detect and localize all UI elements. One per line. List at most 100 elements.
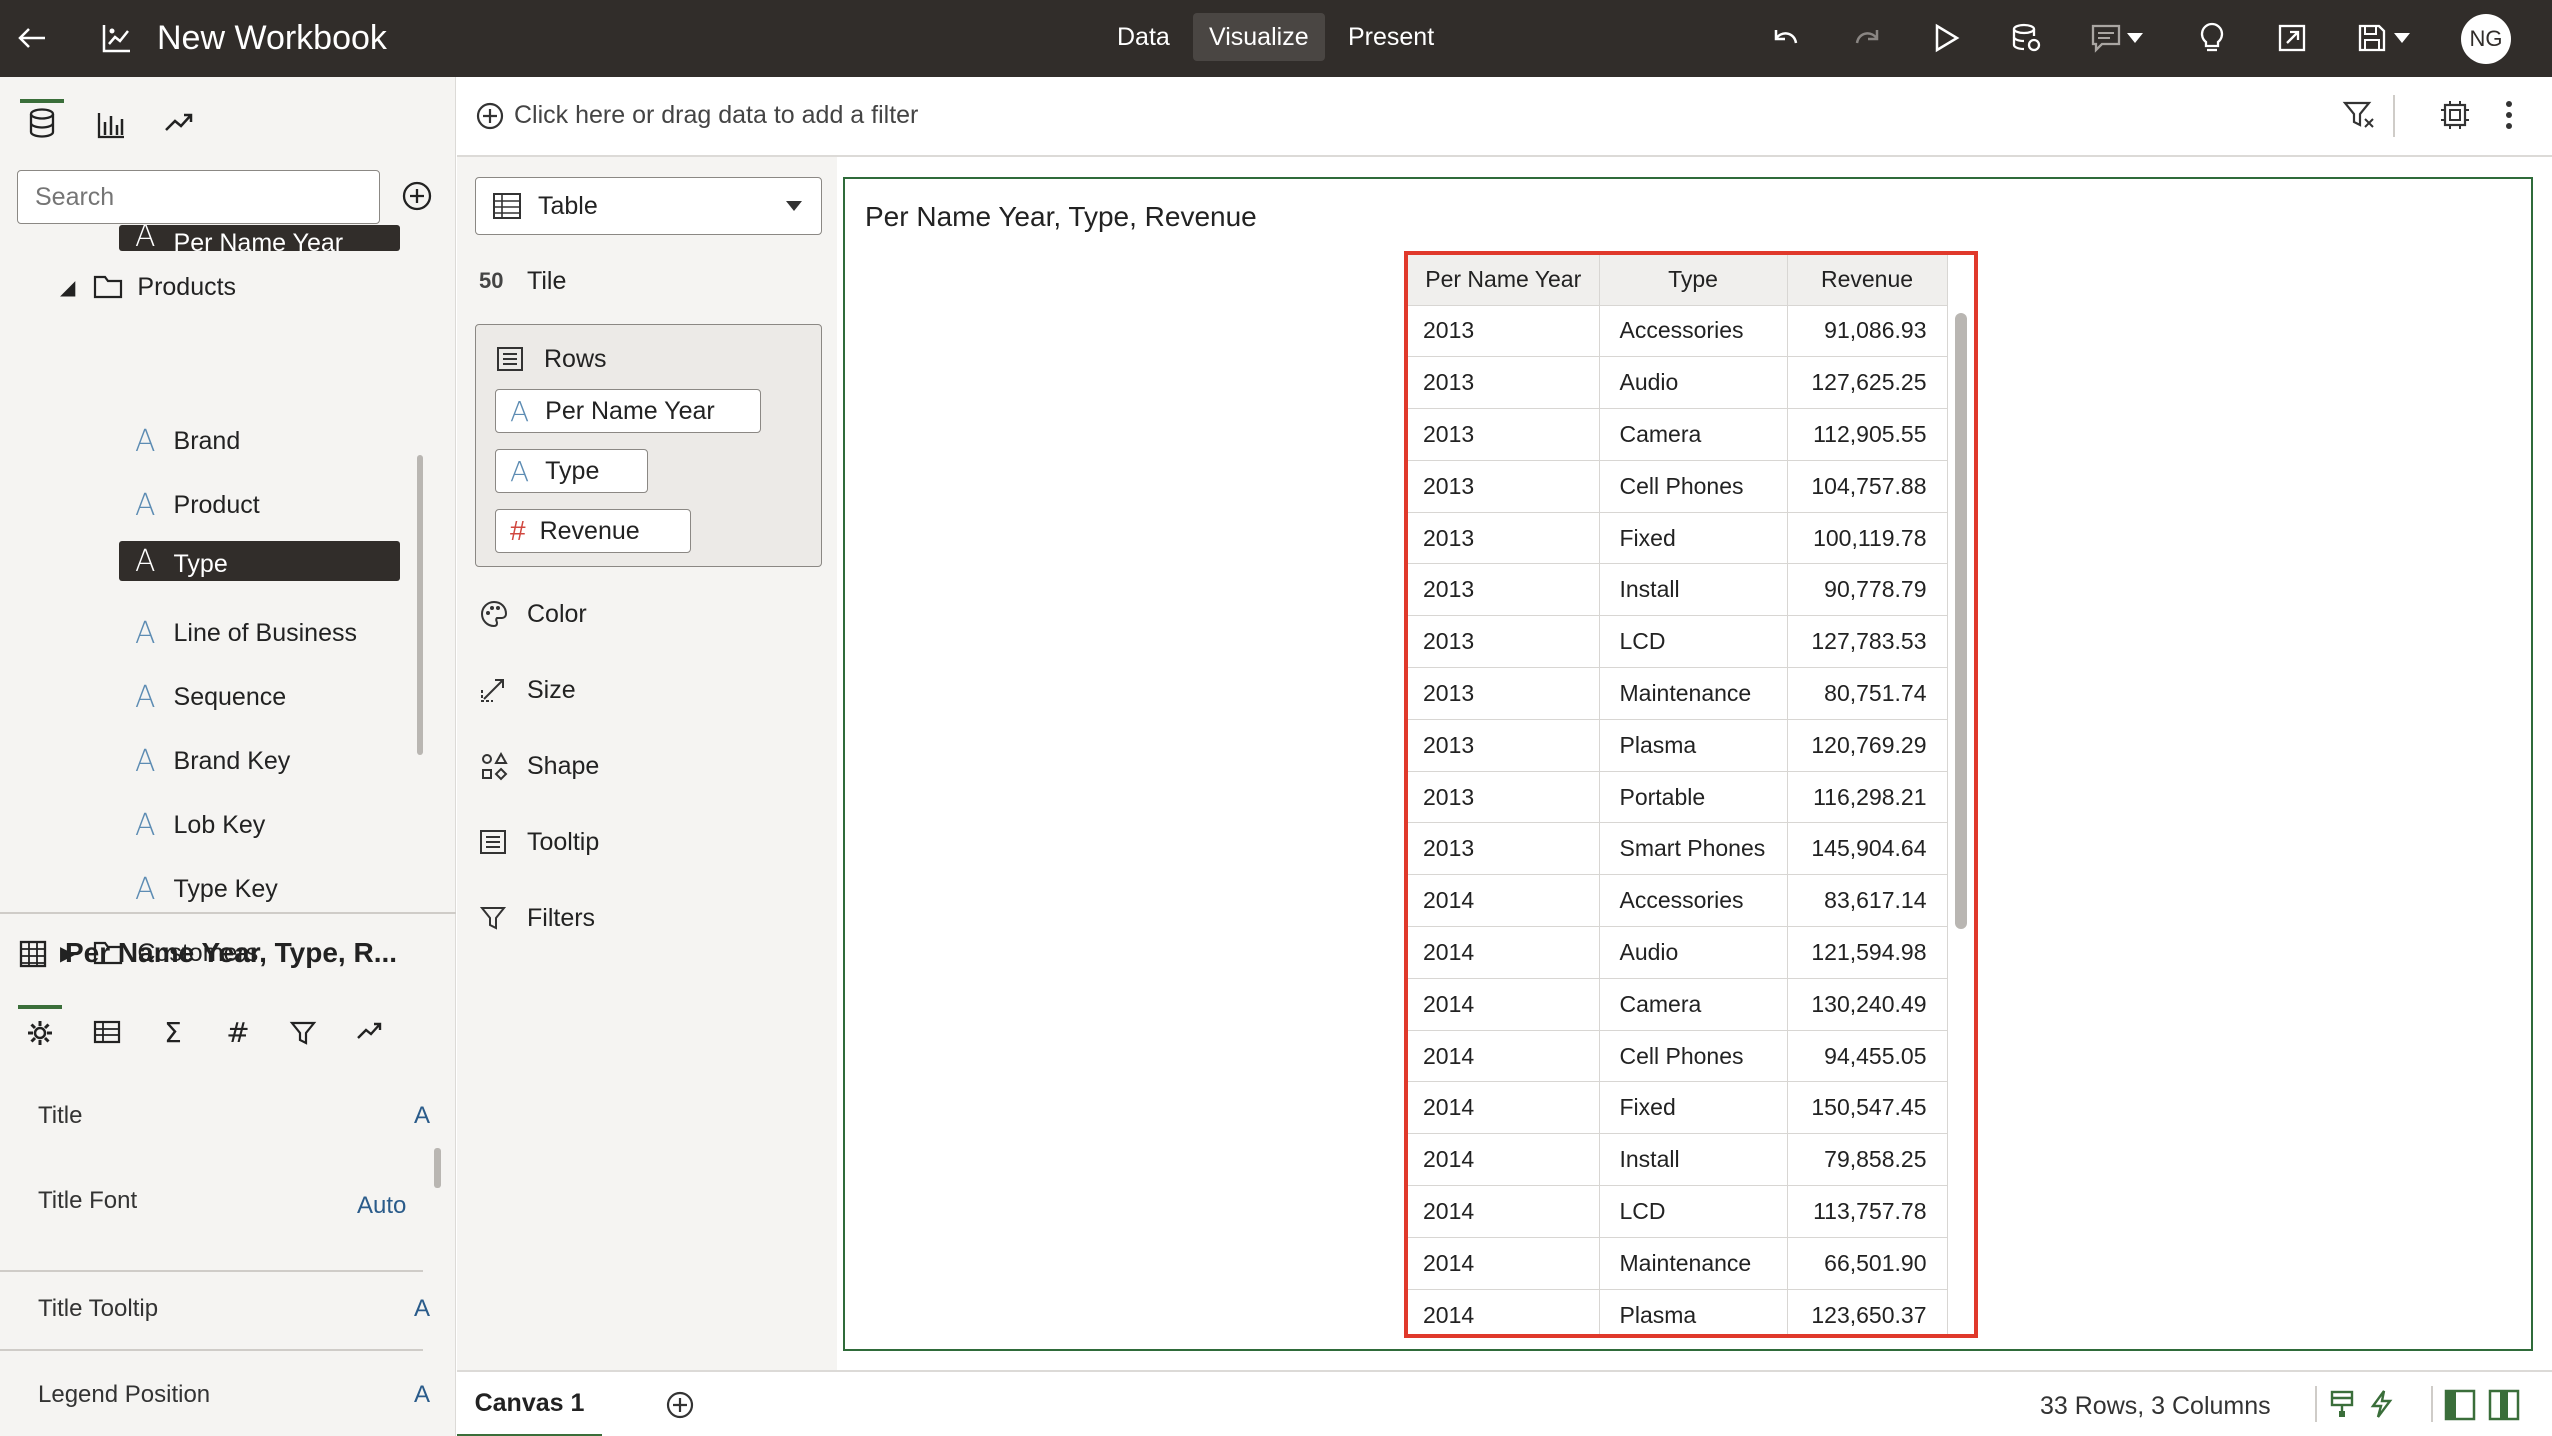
cell-type[interactable]: Fixed xyxy=(1599,1081,1788,1135)
auto-apply-lightning-icon[interactable] xyxy=(2368,1389,2396,1419)
cell-per-name-year[interactable]: 2014 xyxy=(1408,1185,1600,1238)
rows-drop-zone[interactable]: Rows A Per Name Year A Type # Revenue xyxy=(475,324,822,567)
viz-title[interactable]: Per Name Year, Type, Revenue xyxy=(865,201,1257,233)
cell-type[interactable]: Portable xyxy=(1599,771,1788,824)
cell-type[interactable]: Install xyxy=(1599,563,1788,617)
table-scrollbar[interactable] xyxy=(1955,313,1967,929)
table-row[interactable]: 2013 Smart Phones 145,904.64 xyxy=(1408,822,1948,876)
mode-tab-visualize[interactable]: Visualize xyxy=(1193,13,1325,61)
cell-revenue[interactable]: 79,858.25 xyxy=(1787,1133,1948,1187)
tab-analytics[interactable] xyxy=(157,102,201,156)
cell-per-name-year[interactable]: 2014 xyxy=(1408,1237,1600,1290)
cell-per-name-year[interactable]: 2014 xyxy=(1408,874,1600,928)
cell-revenue[interactable]: 130,240.49 xyxy=(1787,978,1948,1031)
cell-revenue[interactable]: 150,547.45 xyxy=(1787,1081,1948,1135)
cell-type[interactable]: Plasma xyxy=(1599,1289,1788,1334)
table-row[interactable]: 2013 Install 90,778.79 xyxy=(1408,563,1948,617)
table-row[interactable]: 2013 Audio 127,625.25 xyxy=(1408,356,1948,410)
cell-type[interactable]: Maintenance xyxy=(1599,667,1788,720)
table-row[interactable]: 2013 Cell Phones 104,757.88 xyxy=(1408,460,1948,513)
prop-tab-axis[interactable] xyxy=(85,1005,129,1059)
tree-item-type[interactable]: A Type xyxy=(119,541,400,581)
cell-per-name-year[interactable]: 2013 xyxy=(1408,408,1600,461)
cell-type[interactable]: Camera xyxy=(1599,408,1788,461)
table-row[interactable]: 2013 Fixed 100,119.78 xyxy=(1408,512,1948,565)
cell-revenue[interactable]: 121,594.98 xyxy=(1787,926,1948,979)
expand-triangle-icon[interactable]: ◢ xyxy=(60,275,75,300)
cell-revenue[interactable]: 112,905.55 xyxy=(1787,408,1948,461)
viz-canvas[interactable]: Per Name Year, Type, Revenue Per Name Ye… xyxy=(843,177,2533,1351)
column-header-type[interactable]: Type xyxy=(1599,255,1788,306)
grammar-color[interactable]: Color xyxy=(479,594,587,634)
cell-per-name-year[interactable]: 2013 xyxy=(1408,667,1600,720)
cell-type[interactable]: Smart Phones xyxy=(1599,822,1788,876)
prop-tab-general[interactable] xyxy=(18,1005,62,1059)
grammar-tooltip[interactable]: Tooltip xyxy=(479,822,599,862)
tree-folder-products[interactable]: ◢ Products xyxy=(60,267,236,307)
table-row[interactable]: 2013 Camera 112,905.55 xyxy=(1408,408,1948,461)
more-options-icon[interactable] xyxy=(2504,99,2514,131)
cell-revenue[interactable]: 120,769.29 xyxy=(1787,719,1948,772)
cell-type[interactable]: Camera xyxy=(1599,978,1788,1031)
prop-title-tooltip-value[interactable]: A xyxy=(414,1295,430,1323)
cell-type[interactable]: LCD xyxy=(1599,615,1788,669)
add-canvas-icon[interactable] xyxy=(665,1390,695,1420)
prop-legend-position-value[interactable]: A xyxy=(414,1381,430,1407)
tree-item-brand[interactable]: A Brand xyxy=(135,421,240,461)
cell-per-name-year[interactable]: 2014 xyxy=(1408,1081,1600,1135)
grammar-shape[interactable]: Shape xyxy=(479,746,599,786)
cell-revenue[interactable]: 90,778.79 xyxy=(1787,563,1948,617)
grammar-tile[interactable]: 50 Tile xyxy=(479,261,566,301)
brush-icon[interactable] xyxy=(2328,1389,2356,1419)
redo-icon[interactable] xyxy=(1847,18,1887,58)
prop-title-font-value[interactable]: Auto xyxy=(357,1192,406,1220)
cell-per-name-year[interactable]: 2013 xyxy=(1408,822,1600,876)
column-header-revenue[interactable]: Revenue xyxy=(1787,255,1948,306)
cell-type[interactable]: Audio xyxy=(1599,926,1788,979)
cell-per-name-year[interactable]: 2013 xyxy=(1408,563,1600,617)
cell-revenue[interactable]: 123,650.37 xyxy=(1787,1289,1948,1334)
save-icon[interactable] xyxy=(2352,18,2392,58)
table-row[interactable]: 2014 Audio 121,594.98 xyxy=(1408,926,1948,979)
cell-revenue[interactable]: 127,625.25 xyxy=(1787,356,1948,410)
viz-type-select[interactable]: Table xyxy=(475,177,822,235)
table-row[interactable]: 2014 Maintenance 66,501.90 xyxy=(1408,1237,1948,1290)
comment-icon[interactable] xyxy=(2086,18,2126,58)
mode-tab-data[interactable]: Data xyxy=(1101,13,1186,61)
cell-revenue[interactable]: 145,904.64 xyxy=(1787,822,1948,876)
pill-type[interactable]: A Type xyxy=(495,449,648,493)
tab-visualizations[interactable] xyxy=(89,102,133,156)
cell-revenue[interactable]: 94,455.05 xyxy=(1787,1030,1948,1083)
pill-per-name-year[interactable]: A Per Name Year xyxy=(495,389,761,433)
table-row[interactable]: 2014 Camera 130,240.49 xyxy=(1408,978,1948,1031)
cell-type[interactable]: Fixed xyxy=(1599,512,1788,565)
properties-scrollbar[interactable] xyxy=(434,1148,441,1188)
filter-options-icon[interactable] xyxy=(2342,99,2376,131)
cell-type[interactable]: LCD xyxy=(1599,1185,1788,1238)
prop-tab-totals[interactable]: Σ xyxy=(151,1005,195,1059)
cell-per-name-year[interactable]: 2013 xyxy=(1408,460,1600,513)
filter-bar-prompt[interactable]: Click here or drag data to add a filter xyxy=(514,101,918,130)
auto-apply-icon[interactable] xyxy=(2438,99,2472,131)
workbook-title[interactable]: New Workbook xyxy=(157,17,387,59)
search-input[interactable] xyxy=(17,170,380,224)
cell-per-name-year[interactable]: 2014 xyxy=(1408,926,1600,979)
mode-tab-present[interactable]: Present xyxy=(1332,13,1450,61)
tree-item-type-key[interactable]: A Type Key xyxy=(135,869,278,909)
cell-type[interactable]: Plasma xyxy=(1599,719,1788,772)
play-icon[interactable] xyxy=(1926,18,1966,58)
cell-per-name-year[interactable]: 2014 xyxy=(1408,978,1600,1031)
cell-per-name-year[interactable]: 2013 xyxy=(1408,512,1600,565)
insights-bulb-icon[interactable] xyxy=(2192,18,2232,58)
prop-tab-filters[interactable] xyxy=(281,1005,325,1059)
cell-revenue[interactable]: 127,783.53 xyxy=(1787,615,1948,669)
pill-revenue[interactable]: # Revenue xyxy=(495,509,691,553)
cell-per-name-year[interactable]: 2013 xyxy=(1408,356,1600,410)
export-icon[interactable] xyxy=(2272,18,2312,58)
refresh-data-icon[interactable] xyxy=(2006,18,2046,58)
cell-revenue[interactable]: 113,757.78 xyxy=(1787,1185,1948,1238)
filter-bar[interactable]: Click here or drag data to add a filter xyxy=(457,77,2552,157)
comment-dropdown-chevron-icon[interactable] xyxy=(2123,18,2147,58)
tree-item-product[interactable]: A Product xyxy=(135,485,260,525)
tree-item-lob-key[interactable]: A Lob Key xyxy=(135,805,265,845)
